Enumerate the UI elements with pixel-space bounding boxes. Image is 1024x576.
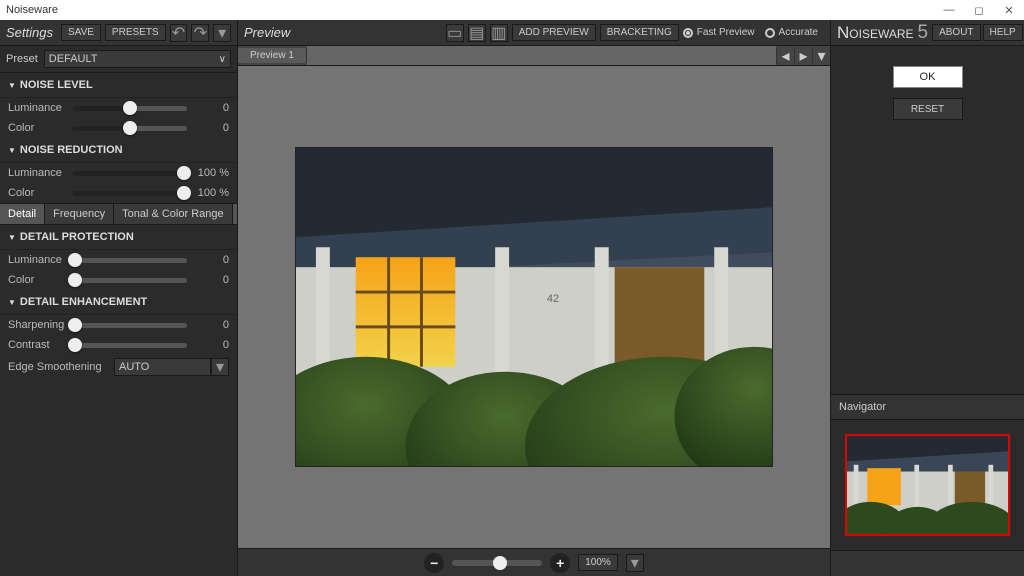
view-single-icon[interactable]: ▭ (446, 24, 464, 42)
sharpening-slider[interactable] (72, 318, 187, 332)
navigator-thumbnail[interactable] (845, 434, 1010, 536)
edge-smoothening-label: Edge Smoothening (8, 361, 108, 373)
window-title: Noiseware (6, 4, 58, 16)
view-split-v-icon[interactable]: ▥ (490, 24, 508, 42)
preset-select[interactable]: DEFAULT ∨ (44, 50, 231, 68)
chevron-down-icon: ∨ (219, 54, 226, 65)
noise-level-header[interactable]: ▼ NOISE LEVEL (0, 73, 237, 98)
collapse-icon: ▼ (8, 146, 16, 155)
settings-title: Settings (6, 25, 53, 40)
tab-tonal[interactable]: Tonal & Color Range (114, 204, 233, 224)
minimize-button[interactable]: — (934, 4, 964, 16)
dropdown-button[interactable]: ▾ (213, 24, 231, 42)
edge-smoothening-select[interactable]: AUTO (114, 358, 211, 376)
tab-frequency[interactable]: Frequency (45, 204, 114, 224)
maximize-button[interactable]: ◻ (964, 4, 994, 17)
preview-title: Preview (244, 25, 290, 40)
tab-prev-button[interactable]: ◂ (776, 47, 794, 65)
navigator-header: Navigator (831, 394, 1024, 420)
reset-button[interactable]: RESET (893, 98, 963, 120)
view-split-h-icon[interactable]: ▤ (468, 24, 486, 42)
close-button[interactable]: ✕ (994, 4, 1024, 17)
preview-tab-1[interactable]: Preview 1 (238, 48, 307, 63)
zoom-out-button[interactable]: − (424, 553, 444, 573)
collapse-icon: ▼ (8, 81, 16, 90)
right-panel: Noiseware5 ABOUT HELP OK RESET Navigator (830, 20, 1024, 576)
undo-button[interactable]: ↶ (170, 24, 188, 42)
preset-label: Preset (6, 53, 38, 65)
zoom-slider[interactable] (452, 560, 542, 566)
bracketing-button[interactable]: BRACKETING (600, 24, 679, 41)
collapse-icon: ▼ (8, 298, 16, 307)
add-preview-button[interactable]: ADD PREVIEW (512, 24, 596, 41)
noise-reduction-color-slider[interactable] (72, 186, 187, 200)
tab-menu-button[interactable]: ▾ (812, 47, 830, 65)
fast-preview-radio[interactable] (683, 28, 693, 38)
color-label: Color (8, 122, 66, 134)
detail-protection-header[interactable]: ▼ DETAIL PROTECTION (0, 225, 237, 250)
zoom-value[interactable]: 100% (578, 554, 618, 571)
zoom-menu-button[interactable]: ▾ (626, 554, 644, 572)
noise-reduction-header[interactable]: ▼ NOISE REDUCTION (0, 138, 237, 163)
luminance-label: Luminance (8, 102, 66, 114)
about-button[interactable]: ABOUT (932, 24, 980, 41)
accurate-radio[interactable] (765, 28, 775, 38)
collapse-icon: ▼ (8, 233, 16, 242)
detail-protection-luminance-slider[interactable] (72, 253, 187, 267)
redo-button[interactable]: ↷ (191, 24, 209, 42)
noise-level-luminance-slider[interactable] (72, 101, 187, 115)
titlebar: Noiseware — ◻ ✕ (0, 0, 1024, 20)
settings-panel: Settings SAVE PRESETS ↶ ↷ ▾ Preset DEFAU… (0, 20, 238, 576)
svg-text:42: 42 (547, 293, 559, 305)
preview-panel: Preview ▭ ▤ ▥ ADD PREVIEW BRACKETING Fas… (238, 20, 830, 576)
presets-button[interactable]: PRESETS (105, 24, 166, 41)
help-button[interactable]: HELP (983, 24, 1023, 41)
tab-detail[interactable]: Detail (0, 204, 45, 224)
tab-next-button[interactable]: ▸ (794, 47, 812, 65)
zoom-in-button[interactable]: + (550, 553, 570, 573)
save-button[interactable]: SAVE (61, 24, 101, 41)
brand-logo: Noiseware5 (837, 22, 928, 44)
noise-level-color-slider[interactable] (72, 121, 187, 135)
preview-image: 42 (295, 147, 773, 467)
preview-canvas[interactable]: 42 (238, 66, 830, 548)
detail-protection-color-slider[interactable] (72, 273, 187, 287)
ok-button[interactable]: OK (893, 66, 963, 88)
contrast-slider[interactable] (72, 338, 187, 352)
detail-enhancement-header[interactable]: ▼ DETAIL ENHANCEMENT (0, 290, 237, 315)
edge-dropdown-button[interactable]: ▾ (211, 358, 229, 376)
noise-reduction-luminance-slider[interactable] (72, 166, 187, 180)
